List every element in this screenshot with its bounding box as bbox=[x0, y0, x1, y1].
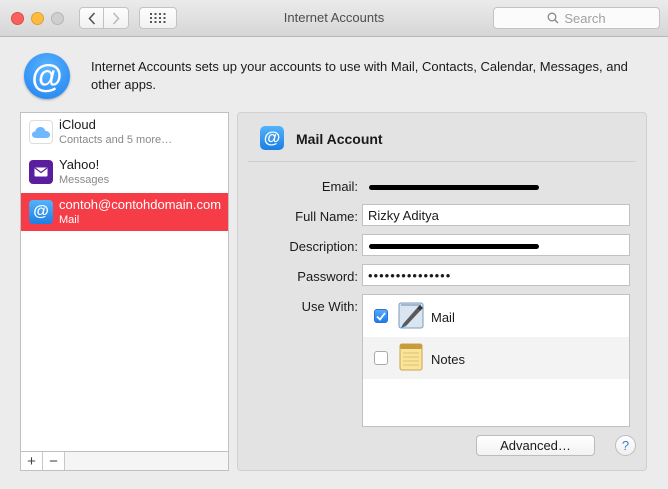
description-field[interactable] bbox=[362, 234, 630, 256]
header-description: Internet Accounts sets up your accounts … bbox=[91, 59, 628, 92]
full-name-label: Full Name: bbox=[295, 209, 358, 224]
account-subtitle: Messages bbox=[59, 174, 110, 186]
checkmark-icon bbox=[376, 311, 386, 321]
full-name-field[interactable]: Rizky Aditya bbox=[362, 204, 630, 226]
account-detail-panel: @ Mail Account Email: Full Name: Rizky A… bbox=[237, 112, 647, 471]
use-with-label: Use With: bbox=[301, 299, 358, 314]
at-sign-icon: @ bbox=[29, 200, 53, 224]
notes-checkbox[interactable] bbox=[374, 351, 388, 365]
mail-app-icon bbox=[398, 302, 424, 329]
show-all-button[interactable] bbox=[139, 7, 177, 29]
search-field[interactable]: Search bbox=[493, 7, 660, 29]
advanced-button[interactable]: Advanced… bbox=[476, 435, 595, 456]
yahoo-icon bbox=[29, 160, 53, 184]
close-window-button[interactable] bbox=[11, 12, 24, 25]
detail-title: Mail Account bbox=[296, 131, 383, 147]
list-controls: + − bbox=[20, 452, 229, 471]
use-with-notes-row[interactable]: Notes bbox=[363, 337, 629, 379]
title-bar: Internet Accounts Search bbox=[0, 0, 668, 37]
search-placeholder: Search bbox=[564, 10, 606, 26]
internet-accounts-icon: @ bbox=[24, 53, 70, 99]
account-item-contoh[interactable]: @ contoh@contohdomain.com Mail bbox=[21, 193, 228, 231]
account-subtitle: Contacts and 5 more… bbox=[59, 134, 173, 146]
description-label: Description: bbox=[289, 239, 358, 254]
back-button[interactable] bbox=[79, 7, 104, 29]
account-item-icloud[interactable]: iCloud Contacts and 5 more… bbox=[21, 113, 228, 151]
notes-label: Notes bbox=[431, 352, 465, 367]
add-account-button[interactable]: + bbox=[21, 452, 43, 470]
account-subtitle: Mail bbox=[59, 214, 80, 226]
account-item-yahoo[interactable]: Yahoo! Messages bbox=[21, 153, 228, 191]
grid-icon bbox=[150, 13, 166, 23]
email-label: Email: bbox=[321, 179, 358, 194]
mail-account-icon: @ bbox=[260, 126, 284, 150]
account-name: Yahoo! bbox=[59, 157, 100, 172]
chevron-right-icon bbox=[112, 11, 120, 25]
mail-checkbox[interactable] bbox=[374, 309, 388, 323]
zoom-window-button[interactable] bbox=[51, 12, 64, 25]
password-field[interactable]: ••••••••••••••• bbox=[362, 264, 630, 286]
help-button[interactable]: ? bbox=[615, 435, 636, 456]
redaction-bar bbox=[369, 185, 539, 190]
divider bbox=[248, 161, 636, 162]
account-list[interactable]: iCloud Contacts and 5 more… Yahoo! Messa… bbox=[20, 112, 229, 452]
chevron-left-icon bbox=[87, 11, 95, 25]
forward-button[interactable] bbox=[104, 7, 129, 29]
account-name: contoh@contohdomain.com bbox=[59, 197, 222, 212]
icloud-icon bbox=[29, 120, 53, 144]
email-field bbox=[362, 175, 630, 197]
redaction-bar bbox=[369, 244, 539, 249]
mail-label: Mail bbox=[431, 310, 455, 325]
password-label: Password: bbox=[297, 269, 358, 284]
minimize-window-button[interactable] bbox=[31, 12, 44, 25]
notes-app-icon bbox=[399, 343, 423, 371]
account-name: iCloud bbox=[59, 117, 96, 132]
remove-account-button[interactable]: − bbox=[43, 452, 65, 470]
use-with-list: Mail Notes bbox=[362, 294, 630, 427]
search-icon bbox=[547, 12, 559, 24]
use-with-mail-row[interactable]: Mail bbox=[363, 295, 629, 337]
